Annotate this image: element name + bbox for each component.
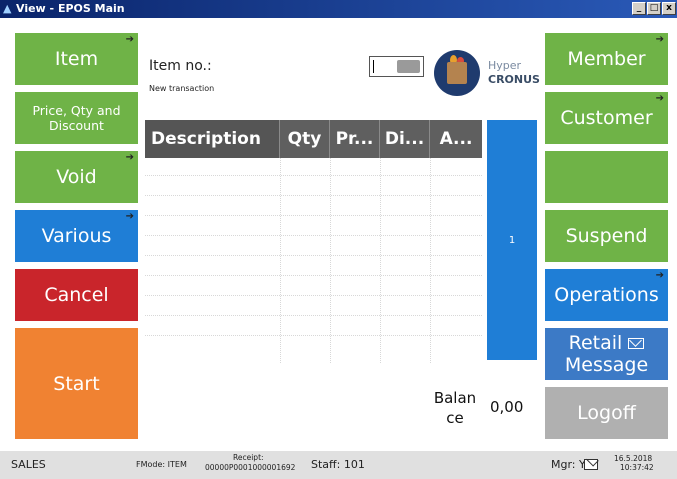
submenu-arrow-icon: ➔	[125, 211, 134, 222]
maximize-button[interactable]: □	[647, 2, 661, 15]
operations-button[interactable]: Operations ➔	[545, 269, 668, 321]
grid-row-divider	[145, 255, 482, 256]
keyboard-icon[interactable]	[397, 60, 420, 73]
brand-name-line1: Hyper	[488, 59, 522, 72]
retail-message-label-line2: Message	[564, 354, 649, 376]
grid-col-divider	[430, 158, 431, 363]
epos-main: Item ➔ Price, Qty and Discount Void ➔ Va…	[0, 18, 677, 479]
operations-button-label: Operations	[554, 284, 659, 306]
logoff-button-label: Logoff	[577, 402, 636, 424]
column-header-description[interactable]: Description	[145, 120, 280, 158]
status-receipt-label: Receipt:	[233, 453, 264, 462]
grid-row-divider	[145, 195, 482, 196]
start-button[interactable]: Start	[15, 328, 138, 439]
price-qty-label-line2: Discount	[49, 118, 104, 133]
grid-row-divider	[145, 295, 482, 296]
void-button-label: Void	[56, 166, 97, 188]
grid-col-divider	[330, 158, 331, 363]
status-fmode: FMode: ITEM	[136, 460, 187, 469]
various-button[interactable]: Various ➔	[15, 210, 138, 262]
cancel-button-label: Cancel	[44, 284, 109, 306]
start-button-label: Start	[53, 372, 100, 395]
balance-value: 0,00	[490, 398, 524, 416]
grid-row-divider	[145, 315, 482, 316]
submenu-arrow-icon: ➔	[655, 34, 664, 45]
transaction-status: New transaction	[149, 84, 215, 93]
text-cursor	[373, 60, 374, 73]
cancel-button[interactable]: Cancel	[15, 269, 138, 321]
customer-button-label: Customer	[560, 107, 653, 129]
grid-row-divider	[145, 235, 482, 236]
item-button[interactable]: Item ➔	[15, 33, 138, 85]
retail-message-label-line1: Retail	[565, 332, 648, 354]
grid-row-divider	[145, 215, 482, 216]
balance-label-line2: ce	[446, 409, 464, 427]
various-button-label: Various	[41, 225, 112, 247]
status-bar: SALES FMode: ITEM Receipt: 00000P0001000…	[0, 451, 677, 479]
item-no-input[interactable]	[369, 56, 424, 77]
submenu-arrow-icon: ➔	[655, 270, 664, 281]
logo-bag-shape	[447, 62, 467, 84]
status-date: 16.5.2018	[614, 454, 653, 463]
column-header-qty[interactable]: Qty	[280, 120, 330, 158]
page-indicator: 1	[508, 234, 516, 246]
grid-row-divider	[145, 175, 482, 176]
blank-button[interactable]	[545, 151, 668, 203]
brand-name-line2: CRONUS	[488, 73, 540, 86]
transaction-grid-header: Description Qty Pr... Di... A...	[145, 120, 482, 158]
price-qty-discount-button[interactable]: Price, Qty and Discount	[15, 92, 138, 144]
status-staff: Staff: 101	[311, 458, 365, 471]
grid-col-divider	[280, 158, 281, 363]
window-title-bar: ▲ View - EPOS Main _ □ x	[0, 0, 677, 18]
grid-col-divider	[380, 158, 381, 363]
message-envelope-icon[interactable]	[584, 459, 598, 470]
balance-label-line1: Balan	[433, 389, 477, 407]
status-time: 10:37:42	[620, 463, 654, 472]
column-header-discount[interactable]: Di...	[380, 120, 430, 158]
column-header-amount[interactable]: A...	[430, 120, 482, 158]
window-title: View - EPOS Main	[16, 2, 125, 15]
submenu-arrow-icon: ➔	[125, 34, 134, 45]
mail-icon	[628, 338, 645, 349]
item-no-label: Item no.:	[149, 58, 212, 74]
member-button-label: Member	[567, 48, 646, 70]
item-button-label: Item	[54, 48, 99, 70]
member-button[interactable]: Member ➔	[545, 33, 668, 85]
status-manager: Mgr: Y	[551, 458, 586, 471]
app-icon: ▲	[3, 2, 12, 15]
balance-label: Balan ce	[430, 388, 480, 428]
grid-scroll-panel[interactable]: 1	[487, 120, 537, 360]
grid-row-divider	[145, 275, 482, 276]
close-button[interactable]: x	[662, 2, 676, 15]
submenu-arrow-icon: ➔	[125, 152, 134, 163]
retail-message-button[interactable]: Retail Message	[545, 328, 668, 380]
submenu-arrow-icon: ➔	[655, 93, 664, 104]
suspend-button[interactable]: Suspend	[545, 210, 668, 262]
customer-button[interactable]: Customer ➔	[545, 92, 668, 144]
status-receipt-value: 00000P0001000001692	[205, 463, 296, 472]
status-mode: SALES	[11, 458, 46, 471]
grid-row-divider	[145, 335, 482, 336]
minimize-button[interactable]: _	[632, 2, 646, 15]
transaction-grid-body[interactable]	[145, 158, 482, 363]
suspend-button-label: Suspend	[565, 225, 648, 247]
column-header-price[interactable]: Pr...	[330, 120, 380, 158]
price-qty-label-line1: Price, Qty and	[32, 103, 121, 118]
logoff-button[interactable]: Logoff	[545, 387, 668, 439]
void-button[interactable]: Void ➔	[15, 151, 138, 203]
